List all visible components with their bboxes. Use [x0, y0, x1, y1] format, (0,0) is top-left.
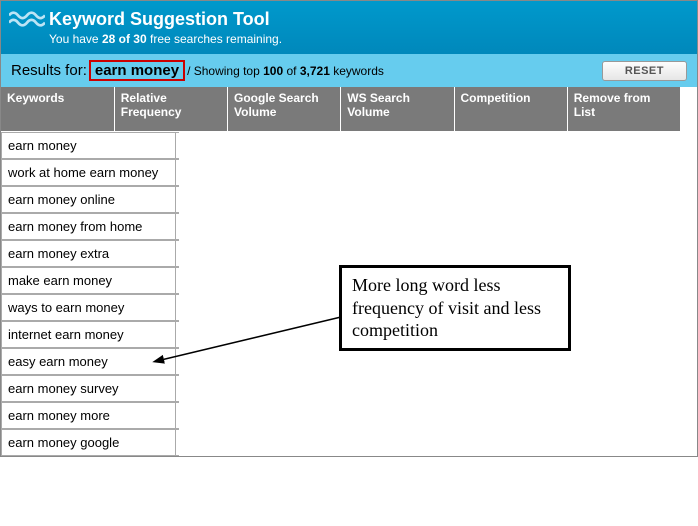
- col-keywords[interactable]: Keywords: [1, 87, 114, 131]
- app-title: Keyword Suggestion Tool: [49, 9, 685, 30]
- keyword-cell[interactable]: work at home earn money: [2, 159, 176, 185]
- table-row: earn money from home00,00000High: [1, 213, 179, 240]
- frequency-cell: [176, 267, 180, 293]
- keyword-cell[interactable]: earn money more: [2, 402, 176, 428]
- keyword-cell[interactable]: ways to earn money: [2, 294, 176, 320]
- frequency-cell: [176, 240, 180, 266]
- frequency-cell: [176, 132, 180, 158]
- keyword-cell[interactable]: earn money extra: [2, 240, 176, 266]
- col-relative-frequency[interactable]: Relative Frequency: [114, 87, 227, 131]
- frequency-cell: [176, 402, 180, 428]
- frequency-cell: [176, 159, 180, 185]
- keyword-cell[interactable]: easy earn money: [2, 348, 176, 374]
- sub-suffix: free searches remaining.: [147, 32, 282, 46]
- table-row: earn money extra00,00000High: [1, 240, 179, 267]
- keyword-table-area: Keywords Relative Frequency Google Searc…: [1, 87, 697, 456]
- keyword-cell[interactable]: earn money survey: [2, 375, 176, 401]
- sub-prefix: You have: [49, 32, 102, 46]
- annotation-callout: More long word less frequency of visit a…: [339, 265, 571, 351]
- results-bar: Results for: earn money / Showing top 10…: [1, 54, 697, 87]
- wave-icon: [9, 7, 45, 31]
- table-row: make earn money00,00000High: [1, 267, 179, 294]
- frequency-cell: [176, 375, 180, 401]
- results-label: Results for:: [11, 62, 87, 79]
- table-row: earn money google00,00000High: [1, 429, 179, 456]
- reset-button[interactable]: RESET: [602, 61, 687, 81]
- table-row: ways to earn money00,00000High: [1, 294, 179, 321]
- frequency-cell: [176, 348, 180, 374]
- table-row: earn money more00,00000High: [1, 402, 179, 429]
- col-ws-search-volume[interactable]: WS Search Volume: [341, 87, 454, 131]
- table-row: earn money survey00,00000High: [1, 375, 179, 402]
- table-body[interactable]: earn money00,00000Highwork at home earn …: [1, 132, 179, 456]
- keyword-cell[interactable]: make earn money: [2, 267, 176, 293]
- results-query: earn money: [89, 60, 185, 81]
- table-row: internet earn money00,00000High: [1, 321, 179, 348]
- frequency-cell: [176, 294, 180, 320]
- sub-count: 28 of 30: [102, 32, 147, 46]
- keyword-cell[interactable]: internet earn money: [2, 321, 176, 347]
- col-competition[interactable]: Competition: [454, 87, 567, 131]
- frequency-cell: [176, 186, 180, 212]
- keyword-cell[interactable]: earn money online: [2, 186, 176, 212]
- results-summary: / Showing top 100 of 3,721 keywords: [187, 64, 384, 78]
- table-row: work at home earn money00,00000High: [1, 159, 179, 186]
- searches-remaining: You have 28 of 30 free searches remainin…: [49, 32, 685, 46]
- table-row: earn money00,00000High: [1, 132, 179, 159]
- col-remove[interactable]: Remove from List: [567, 87, 680, 131]
- table-row: easy earn money00,00000High: [1, 348, 179, 375]
- frequency-cell: [176, 213, 180, 239]
- table-row: earn money online00,00000High: [1, 186, 179, 213]
- keyword-cell[interactable]: earn money google: [2, 429, 176, 455]
- col-google-search-volume[interactable]: Google Search Volume: [228, 87, 341, 131]
- keyword-cell[interactable]: earn money: [2, 132, 176, 158]
- keyword-cell[interactable]: earn money from home: [2, 213, 176, 239]
- table-header-row: Keywords Relative Frequency Google Searc…: [1, 87, 681, 132]
- frequency-cell: [176, 429, 180, 455]
- frequency-cell: [176, 321, 180, 347]
- app-header: Keyword Suggestion Tool You have 28 of 3…: [1, 1, 697, 54]
